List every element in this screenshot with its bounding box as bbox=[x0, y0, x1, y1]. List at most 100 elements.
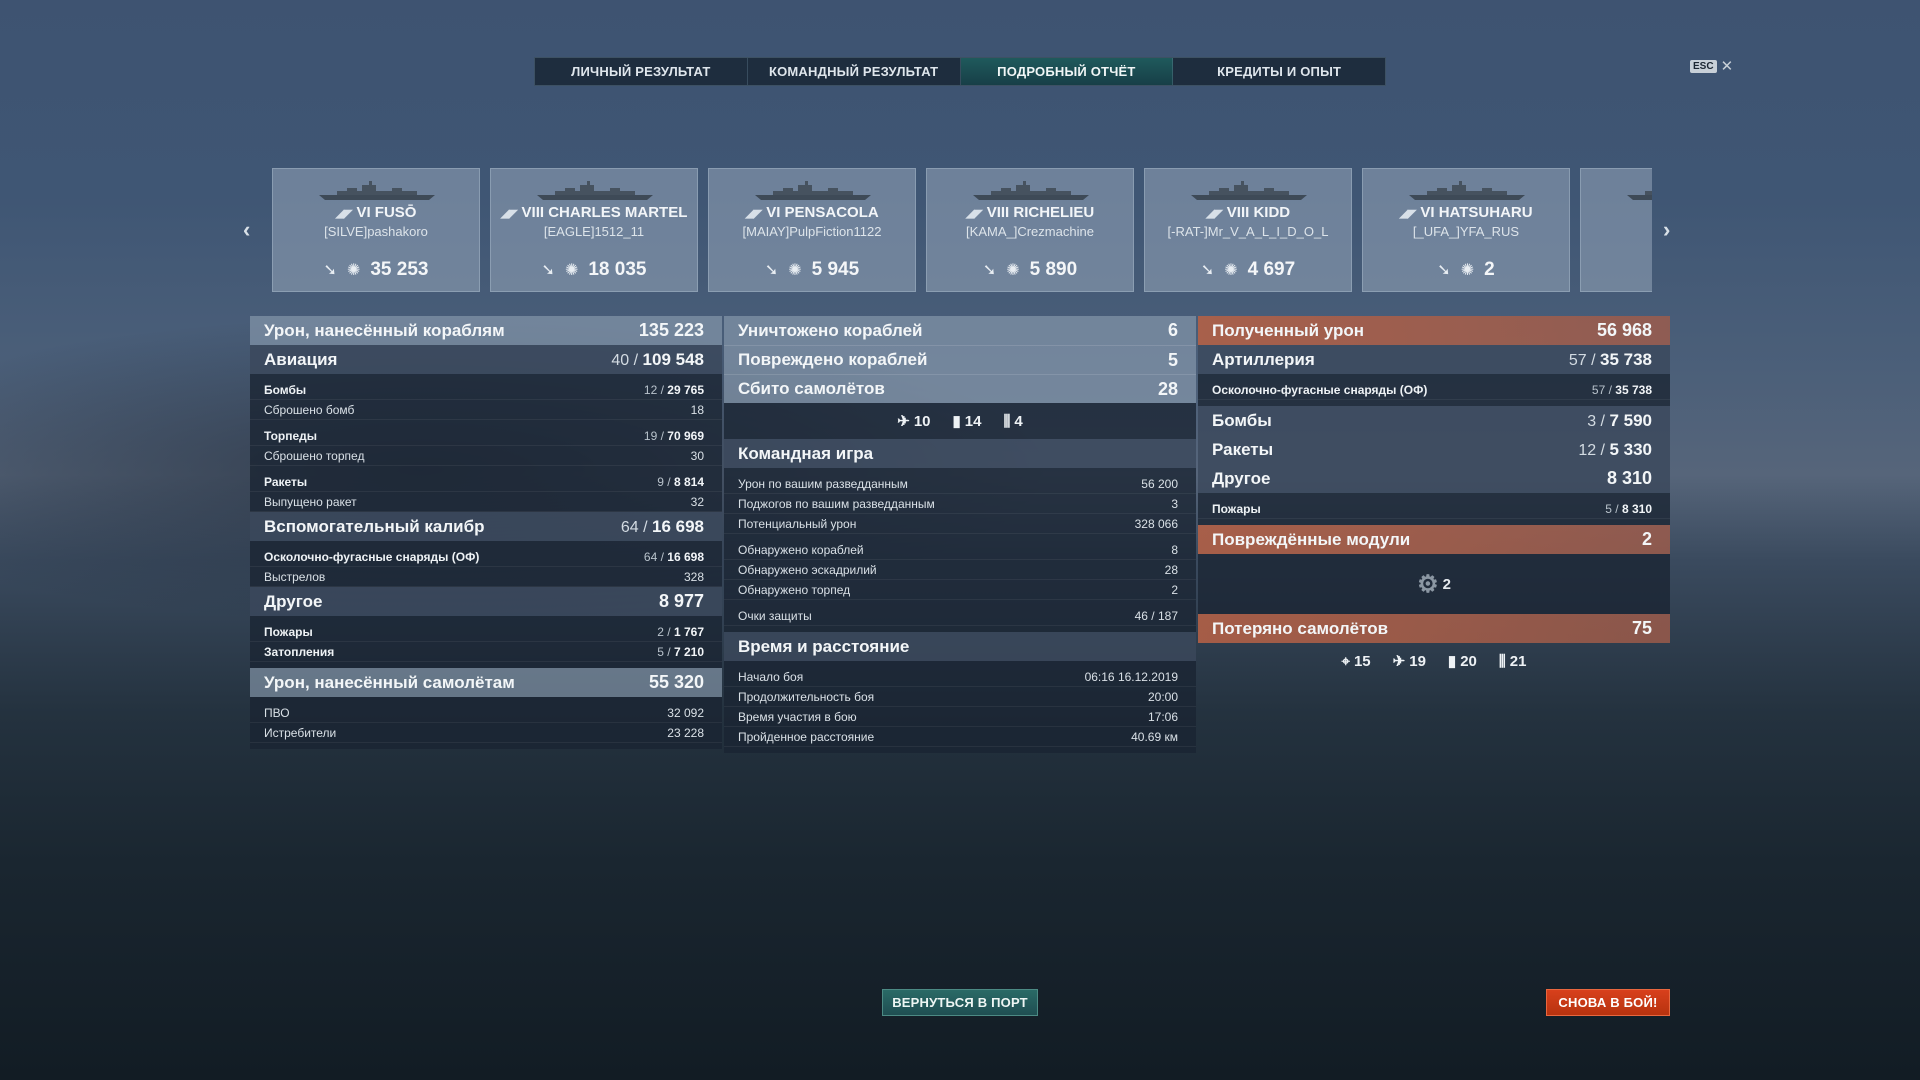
damage-icon: ✺ bbox=[1460, 262, 1475, 279]
secondary-details: Осколочно-фугасные снаряды (ОФ) 64 / 16 6… bbox=[250, 541, 722, 587]
ship-class-icon: ◢◤ bbox=[500, 208, 518, 220]
ship-name: ◢◤ VI HATSUHARU bbox=[1363, 204, 1569, 221]
ship-silhouette-icon bbox=[1189, 181, 1309, 201]
received-damage-panel: Полученный урон 56 968 Артиллерия 57 / 35… bbox=[1198, 316, 1670, 679]
bomber-icon: ▮ bbox=[952, 413, 961, 430]
ship-damage-value: 135 223 bbox=[638, 320, 704, 340]
tab-team-result[interactable]: КОМАНДНЫЙ РЕЗУЛЬТАТ bbox=[748, 58, 961, 85]
ship-card-stats: ➘ ✺ 2 bbox=[1363, 259, 1569, 281]
battle-again-button[interactable]: СНОВА В БОЙ! bbox=[1546, 989, 1670, 1016]
damage-icon: ✺ bbox=[1006, 262, 1020, 279]
ship-name: ◢◤ VIII CHARLES MARTEL bbox=[491, 204, 697, 221]
ship-card[interactable]: ◢◤ VIII RICHELIEU [KAMA_]Crezmachine ➘ ✺ 5 89… bbox=[926, 168, 1134, 292]
ship-card[interactable]: ◢◤ VIII KIDD [-RAT-]Mr_V_A_L_I_D_O_L ➘ ✺ 4 69… bbox=[1144, 168, 1352, 292]
carousel-prev-arrow-icon[interactable]: ‹ bbox=[243, 217, 250, 243]
plane-damage-header: Урон, нанесённый самолётам 55 320 bbox=[250, 668, 722, 697]
ship-tier: VI bbox=[356, 204, 371, 221]
battle-start-row: Начало боя 06:16 16.12.2019 bbox=[724, 667, 1196, 687]
ship-damage-header: Урон, нанесённый кораблям 135 223 bbox=[250, 316, 722, 345]
destroyed-header: Уничтожено кораблей 6 bbox=[724, 316, 1196, 345]
he-shells-received-row: Осколочно-фугасные снаряды (ОФ) 57 / 35 7… bbox=[1198, 380, 1670, 400]
ship-card[interactable]: ◢◤VIII [KAMA_ ➘✺ bbox=[1580, 168, 1652, 292]
ship-silhouette-icon bbox=[1625, 181, 1652, 201]
secondary-header: Вспомогательный калибр 64 / 16 698 bbox=[250, 512, 722, 541]
tab-detailed-report[interactable]: ПОДРОБНЫЙ ОТЧЁТ bbox=[960, 58, 1174, 85]
ship-title: FUSŌ bbox=[374, 204, 417, 221]
damage-icon: ✺ bbox=[346, 262, 361, 279]
player-name: [SILVE]pashakoro bbox=[324, 224, 428, 239]
bomber-icon: ▮ bbox=[1447, 653, 1457, 670]
fighters-row: Истребители 23 228 bbox=[250, 723, 722, 743]
spotting-fires-row: Поджогов по вашим разведданным 3 bbox=[724, 494, 1196, 514]
potential-damage-row: Потенциальный урон 328 066 bbox=[724, 514, 1196, 534]
ship-class-icon: ◢◤ bbox=[745, 208, 763, 220]
result-tabs: ЛИЧНЫЙ РЕЗУЛЬТАТ КОМАНДНЫЙ РЕЗУЛЬТАТ ПОД… bbox=[534, 57, 1386, 86]
ship-tier: VIII bbox=[521, 204, 545, 221]
distance-row: Пройденное расстояние 40.69 км bbox=[724, 727, 1196, 747]
aviation-header: Авиация 40 / 109 548 bbox=[250, 345, 722, 374]
ship-damage: 5 890 bbox=[1029, 259, 1078, 280]
plane-damage-details: ПВО 32 092 Истребители 23 228 bbox=[250, 697, 722, 749]
ship-card[interactable]: ◢◤ VI HATSUHARU [_UFA_]YFA_RUS ➘ ✺ 2 bbox=[1362, 168, 1570, 292]
ship-card-stats: ➘ ✺ 35 253 bbox=[273, 259, 479, 281]
tab-credits-xp[interactable]: КРЕДИТЫ И ОПЫТ bbox=[1173, 58, 1385, 85]
other-header: Другое 8 977 bbox=[250, 587, 722, 616]
player-name: [_UFA_]YFA_RUS bbox=[1412, 224, 1520, 239]
ship-silhouette-icon bbox=[753, 181, 873, 201]
bombs-row: Бомбы 12 / 29 765 bbox=[250, 380, 722, 400]
torpedo-icon: ➘ bbox=[1200, 262, 1215, 279]
close-button[interactable]: ESC ✕ bbox=[1690, 57, 1734, 75]
torpedo-icon: ➘ bbox=[764, 262, 779, 279]
ship-title: KIDD bbox=[1253, 204, 1291, 221]
carousel-next-arrow-icon[interactable]: › bbox=[1663, 217, 1670, 243]
received-header: Полученный урон 56 968 bbox=[1198, 316, 1670, 345]
team-panel: Уничтожено кораблей 6 Повреждено кораблей… bbox=[724, 316, 1196, 753]
battle-duration-row: Продолжительность боя 20:00 bbox=[724, 687, 1196, 707]
ship-card-stats: ➘ ✺ 4 697 bbox=[1145, 259, 1351, 281]
ship-tier: VIII bbox=[986, 204, 1010, 221]
damage-icon: ✺ bbox=[1224, 262, 1238, 279]
torpedo-icon: ➘ bbox=[323, 262, 337, 279]
return-to-port-button[interactable]: ВЕРНУТЬСЯ В ПОРТ bbox=[882, 989, 1038, 1016]
rockets-received-header: Ракеты 12 / 5 330 bbox=[1198, 435, 1670, 464]
damage-icon: ✺ bbox=[788, 262, 802, 279]
ship-card[interactable]: ◢◤ VI FUSŌ [SILVE]pashakoro ➘ ✺ 35 253 bbox=[272, 168, 480, 292]
ship-card[interactable]: ◢◤ VI PENSACOLA [MAIAY]PulpFiction1122 ➘ ✺ 5 … bbox=[708, 168, 916, 292]
artillery-header: Артиллерия 57 / 35 738 bbox=[1198, 345, 1670, 374]
ship-carousel: ◢◤ VI FUSŌ [SILVE]pashakoro ➘ ✺ 35 253 ◢◤ VIII … bbox=[272, 168, 1652, 292]
torpedo-icon: ➘ bbox=[541, 262, 555, 279]
module-gear-icon: ⚙ bbox=[1417, 570, 1439, 598]
ship-class-icon: ◢◤ bbox=[965, 208, 983, 220]
damaged-header: Повреждено кораблей 5 bbox=[724, 345, 1196, 374]
ship-card-stats: ➘ ✺ 5 890 bbox=[927, 259, 1133, 281]
he-shells-row: Осколочно-фугасные снаряды (ОФ) 64 / 16 6… bbox=[250, 547, 722, 567]
tab-personal-result[interactable]: ЛИЧНЫЙ РЕЗУЛЬТАТ bbox=[535, 58, 748, 85]
ship-card-stats: ➘ ✺ 18 035 bbox=[491, 259, 697, 281]
ships-spotted-row: Обнаружено кораблей 8 bbox=[724, 540, 1196, 560]
damage-icon: ✺ bbox=[564, 262, 579, 279]
ship-card-stats: ➘✺ bbox=[1581, 259, 1652, 279]
ship-silhouette-icon bbox=[1407, 181, 1527, 201]
team-play-header: Командная игра bbox=[724, 439, 1196, 468]
participation-row: Время участия в бою 17:06 bbox=[724, 707, 1196, 727]
ship-name: ◢◤VIII bbox=[1581, 204, 1652, 221]
planes-lost-header: Потеряно самолётов 75 bbox=[1198, 614, 1670, 643]
planes-shot-breakdown: ✈ 10 ▮ 14 ⫼ 4 bbox=[724, 403, 1196, 439]
ship-damage: 4 697 bbox=[1247, 259, 1296, 280]
ship-card-stats: ➘ ✺ 5 945 bbox=[709, 259, 915, 281]
aviation-details: Бомбы 12 / 29 765 Сброшено бомб 18 Торпеды… bbox=[250, 374, 722, 512]
player-name: [KAMA_ bbox=[1581, 224, 1652, 239]
aa-row: ПВО 32 092 bbox=[250, 703, 722, 723]
close-icon: ✕ bbox=[1720, 57, 1734, 75]
shots-row: Выстрелов 328 bbox=[250, 567, 722, 587]
ship-tier: VI bbox=[766, 204, 781, 221]
ship-silhouette-icon bbox=[971, 181, 1091, 201]
fires-received-row: Пожары 5 / 8 310 bbox=[1198, 499, 1670, 519]
damaged-modules-area: ⚙ 2 bbox=[1198, 554, 1670, 614]
ship-class-icon: ◢◤ bbox=[1205, 208, 1223, 220]
planes-lost-breakdown: ⌖ 15 ✈ 19 ▮ 20 ⫼ 21 bbox=[1341, 652, 1527, 671]
ship-card[interactable]: ◢◤ VIII CHARLES MARTEL [EAGLE]1512_11 ➘ ✺ 18 … bbox=[490, 168, 698, 292]
defense-points-row: Очки защиты 46 / 187 bbox=[724, 606, 1196, 626]
ship-silhouette-icon bbox=[317, 181, 437, 201]
time-distance-details: Начало боя 06:16 16.12.2019 Продолжительн… bbox=[724, 661, 1196, 753]
